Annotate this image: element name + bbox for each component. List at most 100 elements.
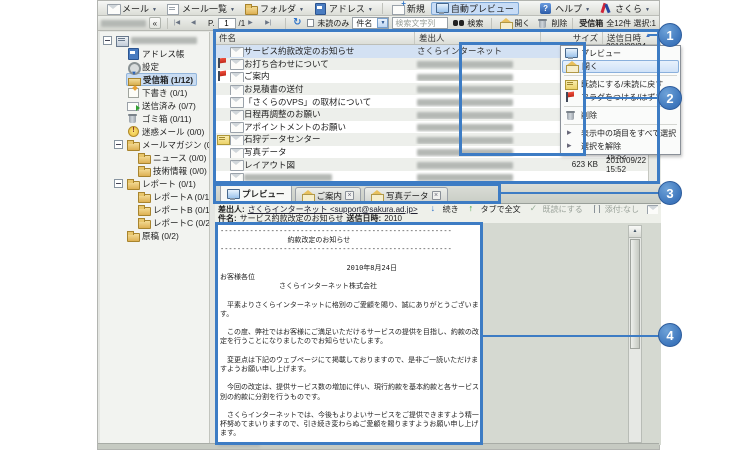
sidebar-folder-item[interactable]: アドレス帳 (100, 47, 209, 60)
sidebar-folder-item[interactable]: レポートC (0/2) (100, 216, 209, 229)
autopreview-toggle-button[interactable]: 自動プレビュー (431, 2, 519, 15)
item-count-label: 全12件 選択:1 (606, 18, 656, 29)
column-header-size[interactable]: サイズ (541, 31, 603, 44)
mail-list-row[interactable] (215, 171, 661, 184)
trash-icon (127, 113, 139, 124)
sidebar-folder-item[interactable]: 下書き (0/1) (100, 86, 209, 99)
callout-number-1: 1 (658, 23, 682, 47)
search-button[interactable]: 検索 (451, 17, 485, 29)
sidebar-folder-item[interactable]: ゴミ箱 (0/11) (100, 112, 209, 125)
context-menu-item[interactable]: 選択を解除 (562, 140, 679, 153)
tree-expander-icon[interactable] (114, 140, 123, 149)
account-name-redacted[interactable] (101, 20, 146, 27)
open-button[interactable]: 開く (498, 17, 532, 29)
body-scrollbar[interactable]: ▲ (628, 225, 642, 443)
sidebar-folder-item[interactable]: 迷惑メール (0/0) (100, 125, 209, 138)
spam-icon (127, 126, 139, 137)
sidebar-folder-item[interactable]: 受信箱 (1/12) (100, 73, 209, 86)
search-input[interactable] (392, 17, 448, 29)
drafts-icon (127, 87, 139, 98)
sidebar-folder-item[interactable]: レポート (0/1) (100, 177, 209, 190)
tab-close-icon[interactable]: × (345, 191, 354, 200)
from-address-link[interactable]: さくらインターネット <support@sakura.ad.jp> (248, 205, 418, 214)
tree-expander-icon[interactable] (114, 179, 123, 188)
prev-page-icon[interactable] (191, 19, 205, 30)
first-page-icon[interactable] (174, 19, 188, 30)
preview-tab[interactable]: 写真データ × (364, 187, 448, 203)
column-header-subject[interactable]: 件名 (215, 31, 415, 44)
mail-subject-cell: レイアウト図 (215, 159, 415, 171)
sidebar-folder-item[interactable]: メールマガジン (0/2) (100, 138, 209, 151)
dropdown-caret-icon (152, 3, 157, 13)
new-mail-button[interactable]: 新規 (388, 2, 429, 15)
preview-tab[interactable]: プレビュー × (220, 184, 292, 203)
card-icon (565, 79, 577, 90)
envelope-icon (230, 172, 242, 183)
mail-sender-cell (415, 147, 541, 157)
folder-icon (127, 230, 139, 241)
mail-list-row[interactable]: レイアウト図 623 KB 2010/09/22 15:52 (215, 158, 661, 171)
sidebar-folder-item[interactable]: ニュース (0/0) (100, 151, 209, 164)
context-menu-item[interactable]: 表示中の項目をすべて選択 (562, 127, 679, 140)
next-page-icon[interactable] (248, 19, 262, 30)
toolbar-menu-button[interactable]: フォルダ (241, 2, 308, 15)
mail-sender-cell (415, 134, 541, 144)
brand-menu-button[interactable]: さくら (596, 2, 654, 15)
scroll-up-icon[interactable]: ▲ (629, 226, 641, 238)
trash-icon (537, 18, 549, 29)
refresh-icon[interactable] (292, 18, 304, 29)
select-arrow-icon[interactable]: ▼ (377, 18, 388, 28)
sidebar-folder-item[interactable]: レポートA (0/1) (100, 190, 209, 203)
toolbar-menu-button[interactable]: メール一覧 (163, 2, 239, 15)
unread-only-checkbox[interactable] (307, 19, 314, 27)
message-body-pane: ----------------------------------------… (215, 223, 661, 445)
sidebar-folder-item[interactable]: 設定 (100, 60, 209, 73)
context-menu-item[interactable]: 開く (562, 60, 679, 73)
context-menu-item[interactable]: プレビュー (562, 47, 679, 60)
toolbar-menu-button[interactable]: メール (103, 2, 161, 15)
mail-sender-cell (415, 109, 541, 119)
dropdown-caret-icon (299, 3, 304, 13)
context-menu-item[interactable]: 削除 (562, 109, 679, 122)
folder-icon (138, 204, 150, 215)
mail-subject-cell: お見積書の送付 (215, 83, 415, 95)
message-action-button[interactable]: タブで全文 (467, 205, 521, 214)
env-icon (647, 205, 658, 214)
tab-close-icon[interactable]: × (432, 191, 441, 200)
sender-redacted (417, 149, 513, 156)
envelope-icon (230, 71, 242, 82)
sidebar-folder-item[interactable]: 送信済み (0/7) (100, 99, 209, 112)
message-action-button[interactable]: 続き (429, 205, 459, 214)
sender-redacted (417, 99, 513, 106)
column-header-sender[interactable]: 差出人 (415, 31, 541, 44)
sidebar-folder-item[interactable]: 技術情報 (0/0) (100, 164, 209, 177)
page-number-input[interactable] (218, 18, 236, 29)
last-page-icon[interactable] (265, 19, 279, 30)
callout-line-3 (501, 192, 660, 194)
envelope-icon (230, 121, 242, 132)
clip-icon (591, 205, 603, 214)
new-mail-icon (392, 3, 404, 14)
webmail-window: メール メール一覧 フォルダ アドレス 新規 自動プレビュー ヘルプ (97, 0, 660, 450)
toolbar-menu-button[interactable]: アドレス (310, 2, 377, 15)
envelope-icon (230, 134, 242, 145)
sidebar-folder-item[interactable]: レポートB (0/1) (100, 203, 209, 216)
envelope-icon (230, 96, 242, 107)
sender-redacted (417, 86, 513, 93)
message-action-button[interactable]: このメール (647, 205, 658, 214)
search-field-select[interactable]: 件名 ▼ (352, 17, 389, 29)
help-menu-button[interactable]: ヘルプ (536, 2, 594, 15)
scrollbar-thumb[interactable] (630, 239, 640, 349)
callout-number-4: 4 (658, 323, 682, 347)
addressbook-icon (314, 3, 326, 14)
sidebar-folder-item[interactable]: 原稿 (0/2) (100, 229, 209, 242)
preview-tab[interactable]: ご案内 × (295, 187, 362, 203)
toolbar-separator (382, 3, 383, 14)
sidebar-folder-item[interactable] (100, 34, 209, 47)
flag-icon (217, 71, 228, 82)
collapse-sidebar-button[interactable]: « (149, 17, 161, 29)
tree-expander-icon[interactable] (103, 36, 112, 45)
message-action-button[interactable]: 添付:なし (591, 205, 639, 214)
message-action-button[interactable]: 既読にする (529, 205, 583, 214)
delete-button[interactable]: 削除 (535, 17, 569, 29)
